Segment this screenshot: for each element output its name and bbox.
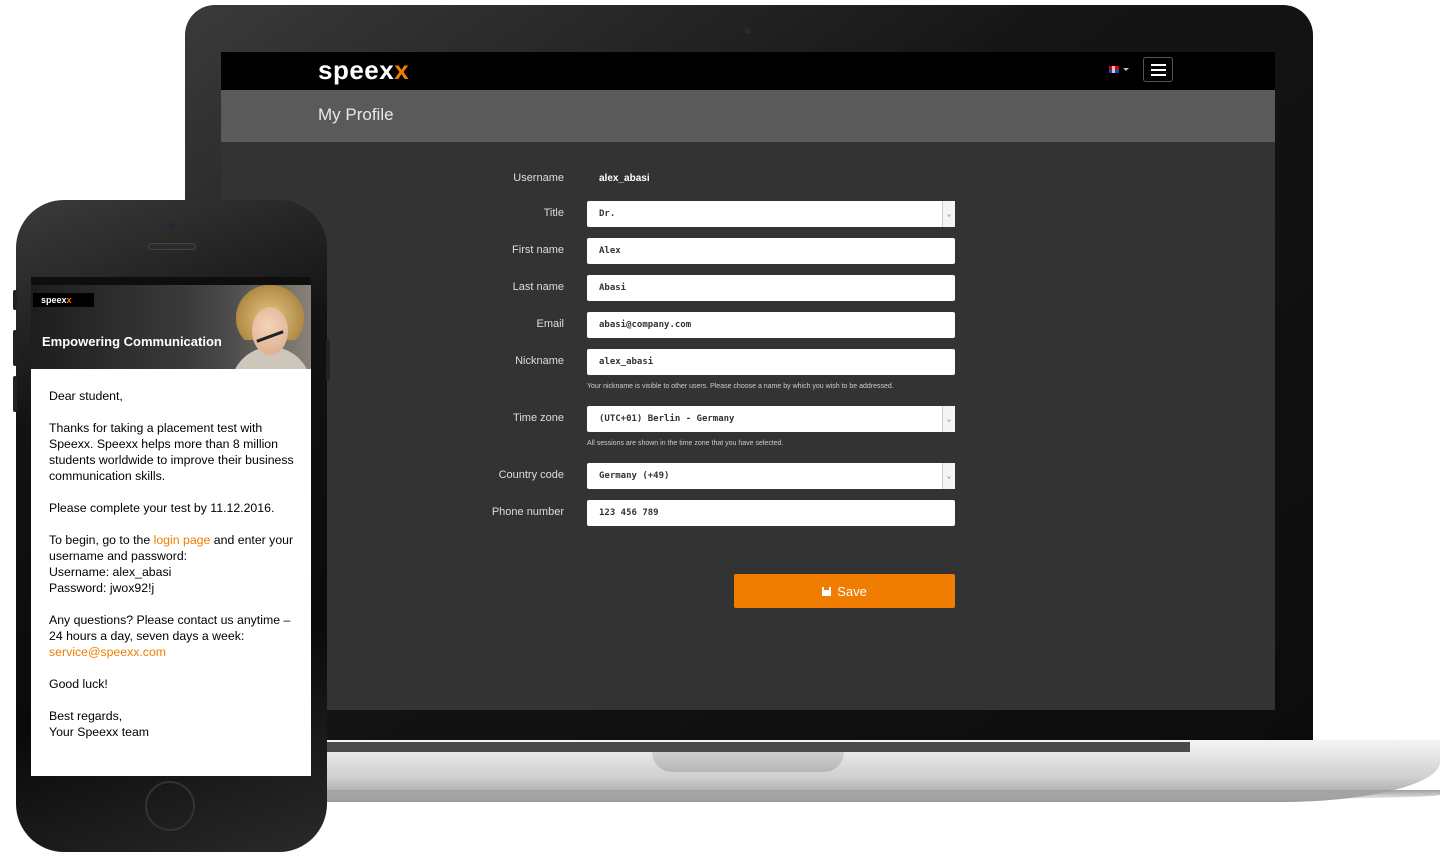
logo-accent: x (394, 55, 410, 85)
email-label: Email (536, 318, 564, 330)
page-title: My Profile (318, 105, 394, 124)
first-name-row: First name Alex (221, 238, 1275, 264)
title-label: Title (543, 207, 564, 219)
phone-volume-down (13, 376, 17, 412)
title-row: Title Dr. ⌄ (221, 201, 1275, 227)
email-intro: Thanks for taking a placement test with … (49, 421, 294, 483)
laptop-hinge (260, 742, 1190, 752)
email-instructions: To begin, go to the login page and enter… (49, 533, 294, 595)
phone-power-button (326, 340, 330, 380)
title-select[interactable]: Dr. ⌄ (587, 201, 955, 227)
chevron-down-icon: ⌄ (942, 406, 955, 432)
email-signoff: Best regards, Your Speexx team (49, 709, 150, 739)
chevron-down-icon: ⌄ (942, 201, 955, 227)
laptop-screen: speexx My Profile Username alex_abasi Ti… (221, 52, 1275, 710)
email-good-luck: Good luck! (49, 677, 108, 691)
service-email-link[interactable]: service@speexx.com (49, 645, 166, 659)
email-password-line: Password: jwox92!j (49, 581, 155, 595)
first-name-input[interactable]: Alex (587, 238, 955, 264)
email-greeting: Dear student, (49, 389, 123, 403)
chevron-down-icon (1123, 68, 1129, 71)
phone-speaker (148, 243, 196, 250)
support-agent-photo (226, 285, 311, 369)
save-button-label: Save (837, 583, 867, 599)
page-header: My Profile (221, 90, 1275, 142)
timezone-row: Time zone (UTC+01) Berlin - Germany ⌄ Al… (221, 406, 1275, 447)
email-body: Dear student, Thanks for taking a placem… (49, 388, 294, 756)
save-button[interactable]: Save (734, 574, 955, 608)
phone-screen: speexx Empowering Communication Dear stu… (31, 277, 311, 776)
username-label: Username (513, 172, 564, 184)
chevron-down-icon: ⌄ (942, 463, 955, 489)
email-deadline: Please complete your test by 11.12.2016. (49, 501, 275, 515)
country-code-label: Country code (498, 469, 564, 481)
logo-text: speex (318, 55, 395, 85)
first-name-label: First name (512, 244, 564, 256)
nickname-input[interactable]: alex_abasi (587, 349, 955, 375)
nickname-help-text: Your nickname is visible to other users.… (587, 383, 894, 390)
timezone-help-text: All sessions are shown in the time zone … (587, 440, 784, 447)
laptop-camera (744, 27, 751, 34)
nickname-label: Nickname (515, 355, 564, 367)
country-code-select-value: Germany (+49) (599, 471, 670, 481)
phone-mute-switch (13, 290, 17, 310)
last-name-label: Last name (512, 281, 564, 293)
country-code-select[interactable]: Germany (+49) ⌄ (587, 463, 955, 489)
language-selector[interactable] (1109, 66, 1129, 73)
phone-label: Phone number (491, 506, 564, 518)
menu-toggle-button[interactable] (1143, 57, 1173, 82)
uk-flag-icon (1109, 66, 1119, 73)
email-username-line: Username: alex_abasi (49, 565, 172, 579)
timezone-select-value: (UTC+01) Berlin - Germany (599, 414, 735, 424)
email-input[interactable]: abasi@company.com (587, 312, 955, 338)
last-name-row: Last name Abasi (221, 275, 1275, 301)
email-contact: Any questions? Please contact us anytime… (49, 613, 291, 659)
nickname-row: Nickname alex_abasi Your nickname is vis… (221, 349, 1275, 390)
login-page-link[interactable]: login page (154, 533, 211, 547)
title-select-value: Dr. (599, 209, 616, 219)
hamburger-icon (1150, 63, 1166, 66)
email-row: Email abasi@company.com (221, 312, 1275, 338)
laptop-trackpad-notch (652, 752, 844, 772)
timezone-select[interactable]: (UTC+01) Berlin - Germany ⌄ (587, 406, 955, 432)
email-banner: speexx Empowering Communication (31, 277, 311, 369)
username-row: Username alex_abasi (221, 166, 1275, 192)
phone-home-button[interactable] (145, 781, 195, 831)
top-navbar: speexx (221, 52, 1275, 90)
phone-row: Phone number 123 456 789 (221, 500, 1275, 526)
last-name-input[interactable]: Abasi (587, 275, 955, 301)
username-value: alex_abasi (599, 173, 650, 184)
speexx-logo[interactable]: speexx (318, 55, 409, 86)
phone-volume-up (13, 330, 17, 366)
floppy-disk-icon (822, 586, 832, 596)
timezone-label: Time zone (513, 412, 564, 424)
email-speexx-logo: speexx (33, 293, 94, 307)
email-tagline: Empowering Communication (42, 334, 222, 349)
phone-camera (169, 223, 175, 229)
country-code-row: Country code Germany (+49) ⌄ (221, 463, 1275, 489)
phone-input[interactable]: 123 456 789 (587, 500, 955, 526)
